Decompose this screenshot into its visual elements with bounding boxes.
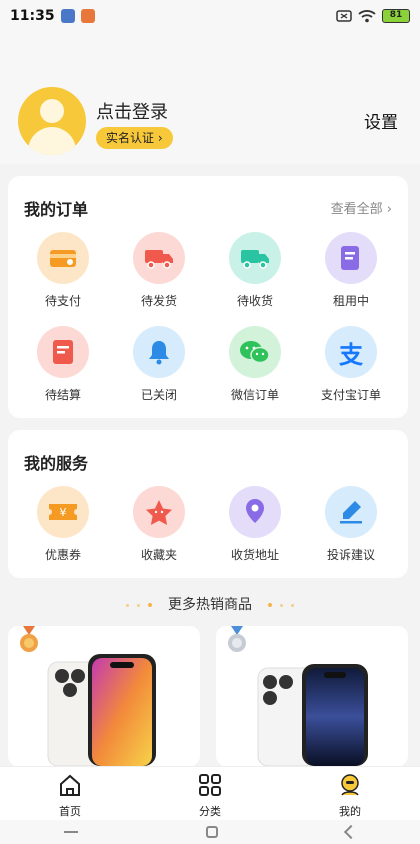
wallet-icon — [37, 232, 89, 284]
menu-nav-button[interactable] — [64, 831, 78, 833]
service-item-label: 投诉建议 — [326, 548, 375, 562]
order-item-alipay[interactable]: 支 支付宝订单 — [301, 326, 401, 403]
svg-text:¥: ¥ — [60, 506, 67, 519]
tab-label: 我的 — [339, 805, 361, 818]
product-card[interactable] — [8, 626, 200, 766]
order-item-label: 已关闭 — [140, 388, 177, 402]
profile-icon — [341, 774, 359, 796]
app-notification-icon-2 — [80, 9, 95, 23]
order-item-label: 待结算 — [44, 388, 81, 402]
verify-button[interactable]: 实名认证 › — [96, 127, 173, 149]
login-link[interactable]: 点击登录 — [96, 98, 168, 124]
order-item-pending-shipment[interactable]: 待发货 — [109, 232, 209, 309]
order-item-label: 租用中 — [332, 294, 369, 308]
order-item-label: 支付宝订单 — [320, 388, 381, 402]
service-item-feedback[interactable]: 投诉建议 — [301, 486, 401, 563]
order-item-label: 微信订单 — [230, 388, 279, 402]
wifi-icon — [358, 10, 376, 23]
wechat-icon — [229, 326, 281, 378]
truck-icon — [133, 232, 185, 284]
service-item-label: 优惠券 — [44, 548, 81, 562]
coupon-icon: ¥ — [37, 486, 89, 538]
orders-title: 我的订单 — [24, 200, 89, 219]
profile-header: 点击登录 实名认证 › 设置 — [0, 32, 420, 164]
settings-button[interactable]: 设置 — [364, 108, 398, 133]
order-item-pending-payment[interactable]: 待支付 — [13, 232, 113, 309]
view-all-orders-link[interactable]: 查看全部 › — [331, 198, 392, 217]
product-card[interactable] — [216, 626, 408, 766]
services-card: 我的服务 ¥ 优惠券 收藏夹 收货地址 投诉建议 — [8, 430, 408, 578]
orders-card: 我的订单 查看全部 › 待支付 待发货 待收货 租用中 待结算 已关闭 微信订单… — [8, 176, 408, 418]
no-sim-icon — [336, 10, 352, 22]
tab-home[interactable]: 首页 — [0, 767, 140, 820]
home-icon — [60, 774, 80, 796]
avatar[interactable] — [18, 87, 86, 155]
chevron-right-icon: › — [157, 131, 163, 145]
system-nav-bar — [0, 820, 420, 844]
view-all-label: 查看全部 — [330, 202, 383, 217]
tab-label: 分类 — [199, 805, 221, 818]
status-time: 11:35 — [10, 8, 55, 24]
tab-label: 首页 — [59, 805, 81, 818]
order-item-label: 待收货 — [236, 294, 273, 308]
battery-indicator: 81 — [382, 9, 410, 23]
status-bar: 11:35 81 — [0, 0, 420, 32]
product-image — [47, 654, 156, 766]
service-item-label: 收货地址 — [230, 548, 279, 562]
hot-products-title: 更多热销商品 — [168, 597, 252, 613]
chevron-right-icon: › — [386, 202, 392, 217]
category-icon — [199, 774, 221, 796]
alipay-icon: 支 — [325, 326, 377, 378]
service-item-address[interactable]: 收货地址 — [205, 486, 305, 563]
silver-medal-icon — [228, 626, 246, 652]
bill-icon — [37, 326, 89, 378]
service-item-coupons[interactable]: ¥ 优惠券 — [13, 486, 113, 563]
tab-category[interactable]: 分类 — [140, 767, 280, 820]
order-item-closed[interactable]: 已关闭 — [109, 326, 209, 403]
bottom-tab-bar: 首页 分类 我的 — [0, 766, 420, 820]
bell-icon — [133, 326, 185, 378]
service-item-label: 收藏夹 — [140, 548, 177, 562]
app-notification-icon — [60, 9, 75, 23]
order-item-pending-receipt[interactable]: 待收货 — [205, 232, 305, 309]
tab-mine[interactable]: 我的 — [280, 767, 420, 820]
product-image — [257, 664, 368, 766]
order-item-wechat[interactable]: 微信订单 — [205, 326, 305, 403]
edit-icon — [325, 486, 377, 538]
hot-products-header: 更多热销商品 — [0, 594, 420, 614]
order-item-renting[interactable]: 租用中 — [301, 232, 401, 309]
gold-medal-icon — [20, 626, 38, 652]
order-item-label: 待发货 — [140, 294, 177, 308]
delivery-truck-icon — [229, 232, 281, 284]
services-title: 我的服务 — [24, 454, 89, 473]
verify-label: 实名认证 — [106, 131, 155, 145]
service-item-favorites[interactable]: 收藏夹 — [109, 486, 209, 563]
order-item-label: 待支付 — [44, 294, 81, 308]
home-nav-button[interactable] — [206, 826, 218, 838]
star-icon — [133, 486, 185, 538]
back-nav-button[interactable] — [343, 824, 359, 840]
order-item-pending-settlement[interactable]: 待结算 — [13, 326, 113, 403]
location-icon — [229, 486, 281, 538]
document-icon — [325, 232, 377, 284]
